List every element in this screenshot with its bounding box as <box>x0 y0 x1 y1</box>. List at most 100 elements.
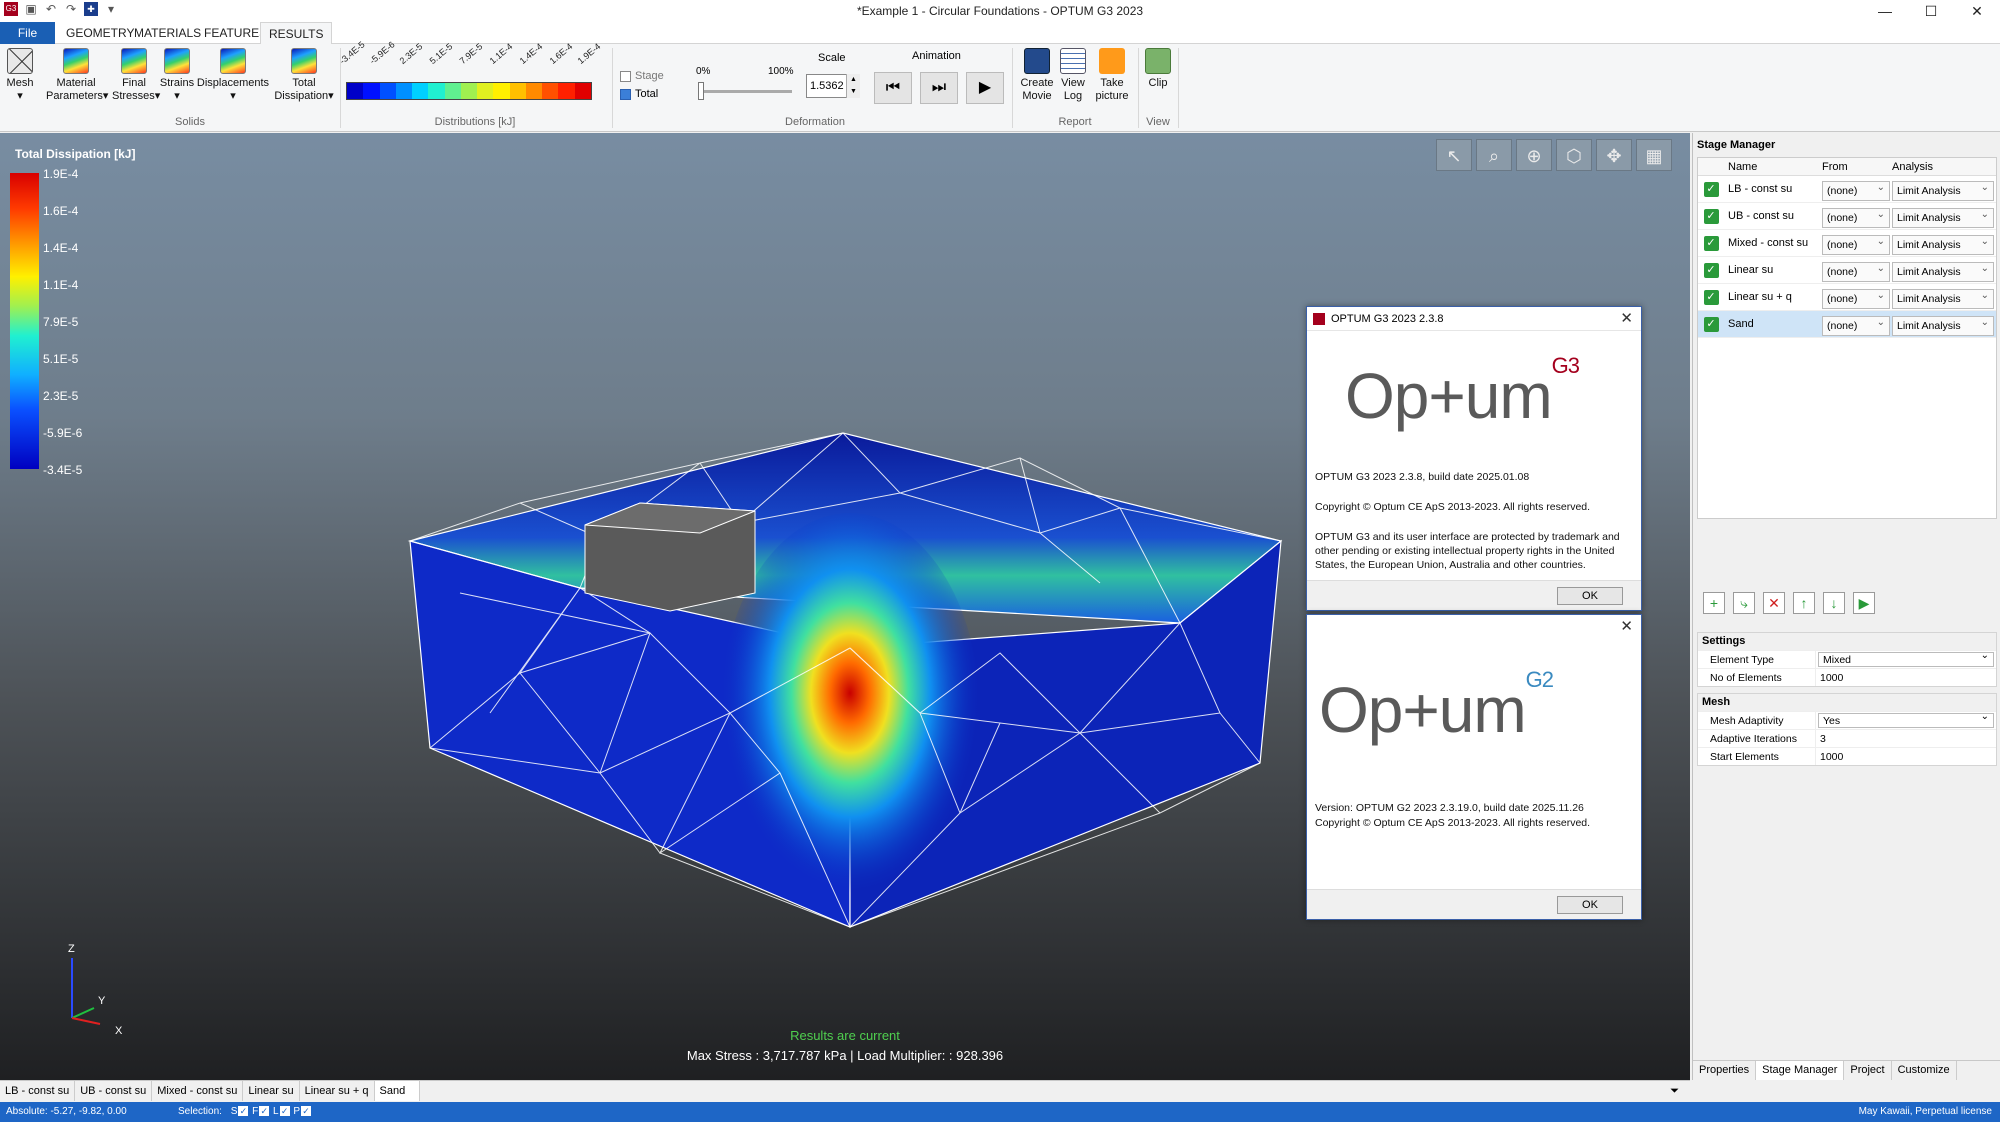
from-dropdown[interactable]: (none) <box>1822 233 1890 255</box>
animation-first-button[interactable]: ⏮ <box>874 72 912 104</box>
total-checkbox[interactable]: Total <box>620 88 658 100</box>
view-log-button[interactable]: View Log <box>1056 48 1090 103</box>
property-label: Mesh Adaptivity <box>1698 712 1816 729</box>
analysis-dropdown[interactable]: Limit Analysis <box>1892 233 1994 255</box>
stage-checkbox[interactable]: ✓ <box>1703 209 1719 224</box>
mesh-button[interactable]: Mesh ▾ <box>4 48 36 103</box>
minimize-button[interactable]: — <box>1862 0 1908 22</box>
logo-version: G3 <box>1551 353 1580 378</box>
move-up-icon[interactable]: ↑ <box>1793 592 1815 614</box>
total-dissipation-button[interactable]: Total Dissipation▾ <box>274 48 334 103</box>
ribbon: Mesh ▾ Material Parameters▾ Final Stresse… <box>0 39 2000 132</box>
distribution-colorbar[interactable] <box>346 82 592 100</box>
add-child-stage-icon[interactable]: ⤷ <box>1733 592 1755 614</box>
stage-checkbox[interactable]: ✓ <box>1703 317 1719 332</box>
tab-properties[interactable]: Properties <box>1693 1061 1757 1080</box>
ok-button[interactable]: OK <box>1557 587 1623 605</box>
tab-stage-manager[interactable]: Stage Manager <box>1756 1061 1845 1080</box>
stage-checkbox[interactable]: Stage <box>620 70 664 82</box>
displacements-button[interactable]: Displacements ▾ <box>196 48 270 103</box>
zoom-fit-icon[interactable]: ⊕ <box>1516 139 1552 171</box>
tab-file[interactable]: File <box>0 22 55 44</box>
stage-tab-active[interactable]: Sand <box>374 1081 421 1101</box>
take-picture-button[interactable]: Take picture <box>1090 48 1134 103</box>
stage-tab[interactable]: Mixed - const su <box>152 1081 244 1101</box>
mesh-icon <box>7 48 33 74</box>
grid-icon[interactable]: ▦ <box>1636 139 1672 171</box>
no-of-elements-input[interactable]: 1000 <box>1816 669 1996 686</box>
from-dropdown[interactable]: (none) <box>1822 206 1890 228</box>
from-dropdown[interactable]: (none) <box>1822 287 1890 309</box>
table-row[interactable]: ✓ Mixed - const su (none) Limit Analysis <box>1698 230 1996 257</box>
scale-spin-buttons[interactable]: ▲ ▼ <box>846 74 860 98</box>
stage-tab[interactable]: UB - const su <box>75 1081 153 1101</box>
clip-button[interactable]: Clip <box>1142 48 1174 90</box>
from-dropdown[interactable]: (none) <box>1822 260 1890 282</box>
add-stage-icon[interactable]: + <box>1703 592 1725 614</box>
close-icon[interactable]: ✕ <box>1620 307 1633 331</box>
element-type-dropdown[interactable]: Mixed <box>1818 649 1994 667</box>
stage-list-dropdown-icon[interactable]: ⏷ <box>1665 1081 1684 1101</box>
stage-checkbox[interactable]: ✓ <box>1703 182 1719 197</box>
material-parameters-button[interactable]: Material Parameters▾ <box>46 48 108 103</box>
table-row[interactable]: ✓ UB - const su (none) Limit Analysis <box>1698 203 1996 230</box>
stage-tab[interactable]: LB - const su <box>0 1081 76 1101</box>
total-dissipation-icon <box>291 48 317 74</box>
total-checkbox-box[interactable] <box>620 88 631 100</box>
start-elements-input[interactable]: 1000 <box>1816 748 1996 765</box>
legend-label: -3.4E-5 <box>43 463 83 477</box>
close-button[interactable]: ✕ <box>1954 0 2000 22</box>
analysis-dropdown[interactable]: Limit Analysis <box>1892 206 1994 228</box>
final-stresses-button[interactable]: Final Stresses▾ <box>112 48 160 103</box>
analysis-dropdown[interactable]: Limit Analysis <box>1892 179 1994 201</box>
stage-checkbox[interactable]: ✓ <box>1703 263 1719 278</box>
selection-p-checkbox[interactable]: ✓ <box>301 1106 312 1117</box>
analysis-dropdown[interactable]: Limit Analysis <box>1892 314 1994 336</box>
stage-table: Name From Analysis ✓ LB - const su (none… <box>1697 157 1997 519</box>
delete-stage-icon[interactable]: ✕ <box>1763 592 1785 614</box>
table-row[interactable]: ✓ Linear su + q (none) Limit Analysis <box>1698 284 1996 311</box>
stage-tab[interactable]: Linear su + q <box>300 1081 375 1101</box>
table-row-selected[interactable]: ✓ Sand (none) Limit Analysis <box>1698 311 1996 338</box>
ok-button[interactable]: OK <box>1557 896 1623 914</box>
from-dropdown[interactable]: (none) <box>1822 314 1890 336</box>
tab-results[interactable]: RESULTS <box>260 22 333 44</box>
create-movie-button[interactable]: Create Movie <box>1018 48 1056 103</box>
close-icon[interactable]: ✕ <box>1620 615 1633 639</box>
adaptive-iterations-input[interactable]: 3 <box>1816 730 1996 747</box>
tab-customize[interactable]: Customize <box>1892 1061 1957 1080</box>
view-log-label: View Log <box>1061 77 1085 102</box>
from-dropdown[interactable]: (none) <box>1822 179 1890 201</box>
select-arrow-icon[interactable]: ↖ <box>1436 139 1472 171</box>
analysis-dropdown[interactable]: Limit Analysis <box>1892 287 1994 309</box>
animation-play-button[interactable]: ▶ <box>966 72 1004 104</box>
zoom-icon[interactable]: ⌕ <box>1476 139 1512 171</box>
move-down-icon[interactable]: ↓ <box>1823 592 1845 614</box>
run-stage-icon[interactable]: ▶ <box>1853 592 1875 614</box>
pan-icon[interactable]: ✥ <box>1596 139 1632 171</box>
stage-checkbox-box[interactable] <box>620 70 631 82</box>
property-label: Adaptive Iterations <box>1698 730 1816 747</box>
maximize-button[interactable]: ☐ <box>1908 0 1954 22</box>
table-row[interactable]: ✓ Linear su (none) Limit Analysis <box>1698 257 1996 284</box>
animation-step-button[interactable]: ⏭ <box>920 72 958 104</box>
selection-l-checkbox[interactable]: ✓ <box>279 1106 290 1117</box>
stage-checkbox[interactable]: ✓ <box>1703 236 1719 251</box>
logo-version: G2 <box>1525 667 1554 692</box>
deformation-slider-track[interactable] <box>700 90 792 93</box>
analysis-dropdown[interactable]: Limit Analysis <box>1892 260 1994 282</box>
tab-project[interactable]: Project <box>1844 1061 1892 1080</box>
selection-f-checkbox[interactable]: ✓ <box>259 1106 270 1117</box>
optum-g2-logo: Op+umG2 <box>1319 667 1554 747</box>
stage-tabs-bar: LB - const su UB - const su Mixed - const … <box>0 1080 1690 1101</box>
group-solids-label: Solids <box>175 116 205 128</box>
mesh-adaptivity-dropdown[interactable]: Yes <box>1818 710 1994 728</box>
soil-model-3d[interactable] <box>400 293 1300 933</box>
deformation-slider-thumb[interactable] <box>698 82 704 100</box>
stage-checkbox[interactable]: ✓ <box>1703 290 1719 305</box>
stage-tab[interactable]: Linear su <box>243 1081 300 1101</box>
rotate-cube-icon[interactable]: ⬡ <box>1556 139 1592 171</box>
table-row[interactable]: ✓ LB - const su (none) Limit Analysis <box>1698 176 1996 203</box>
selection-s-checkbox[interactable]: ✓ <box>238 1106 249 1117</box>
strains-button[interactable]: Strains ▾ <box>158 48 196 103</box>
